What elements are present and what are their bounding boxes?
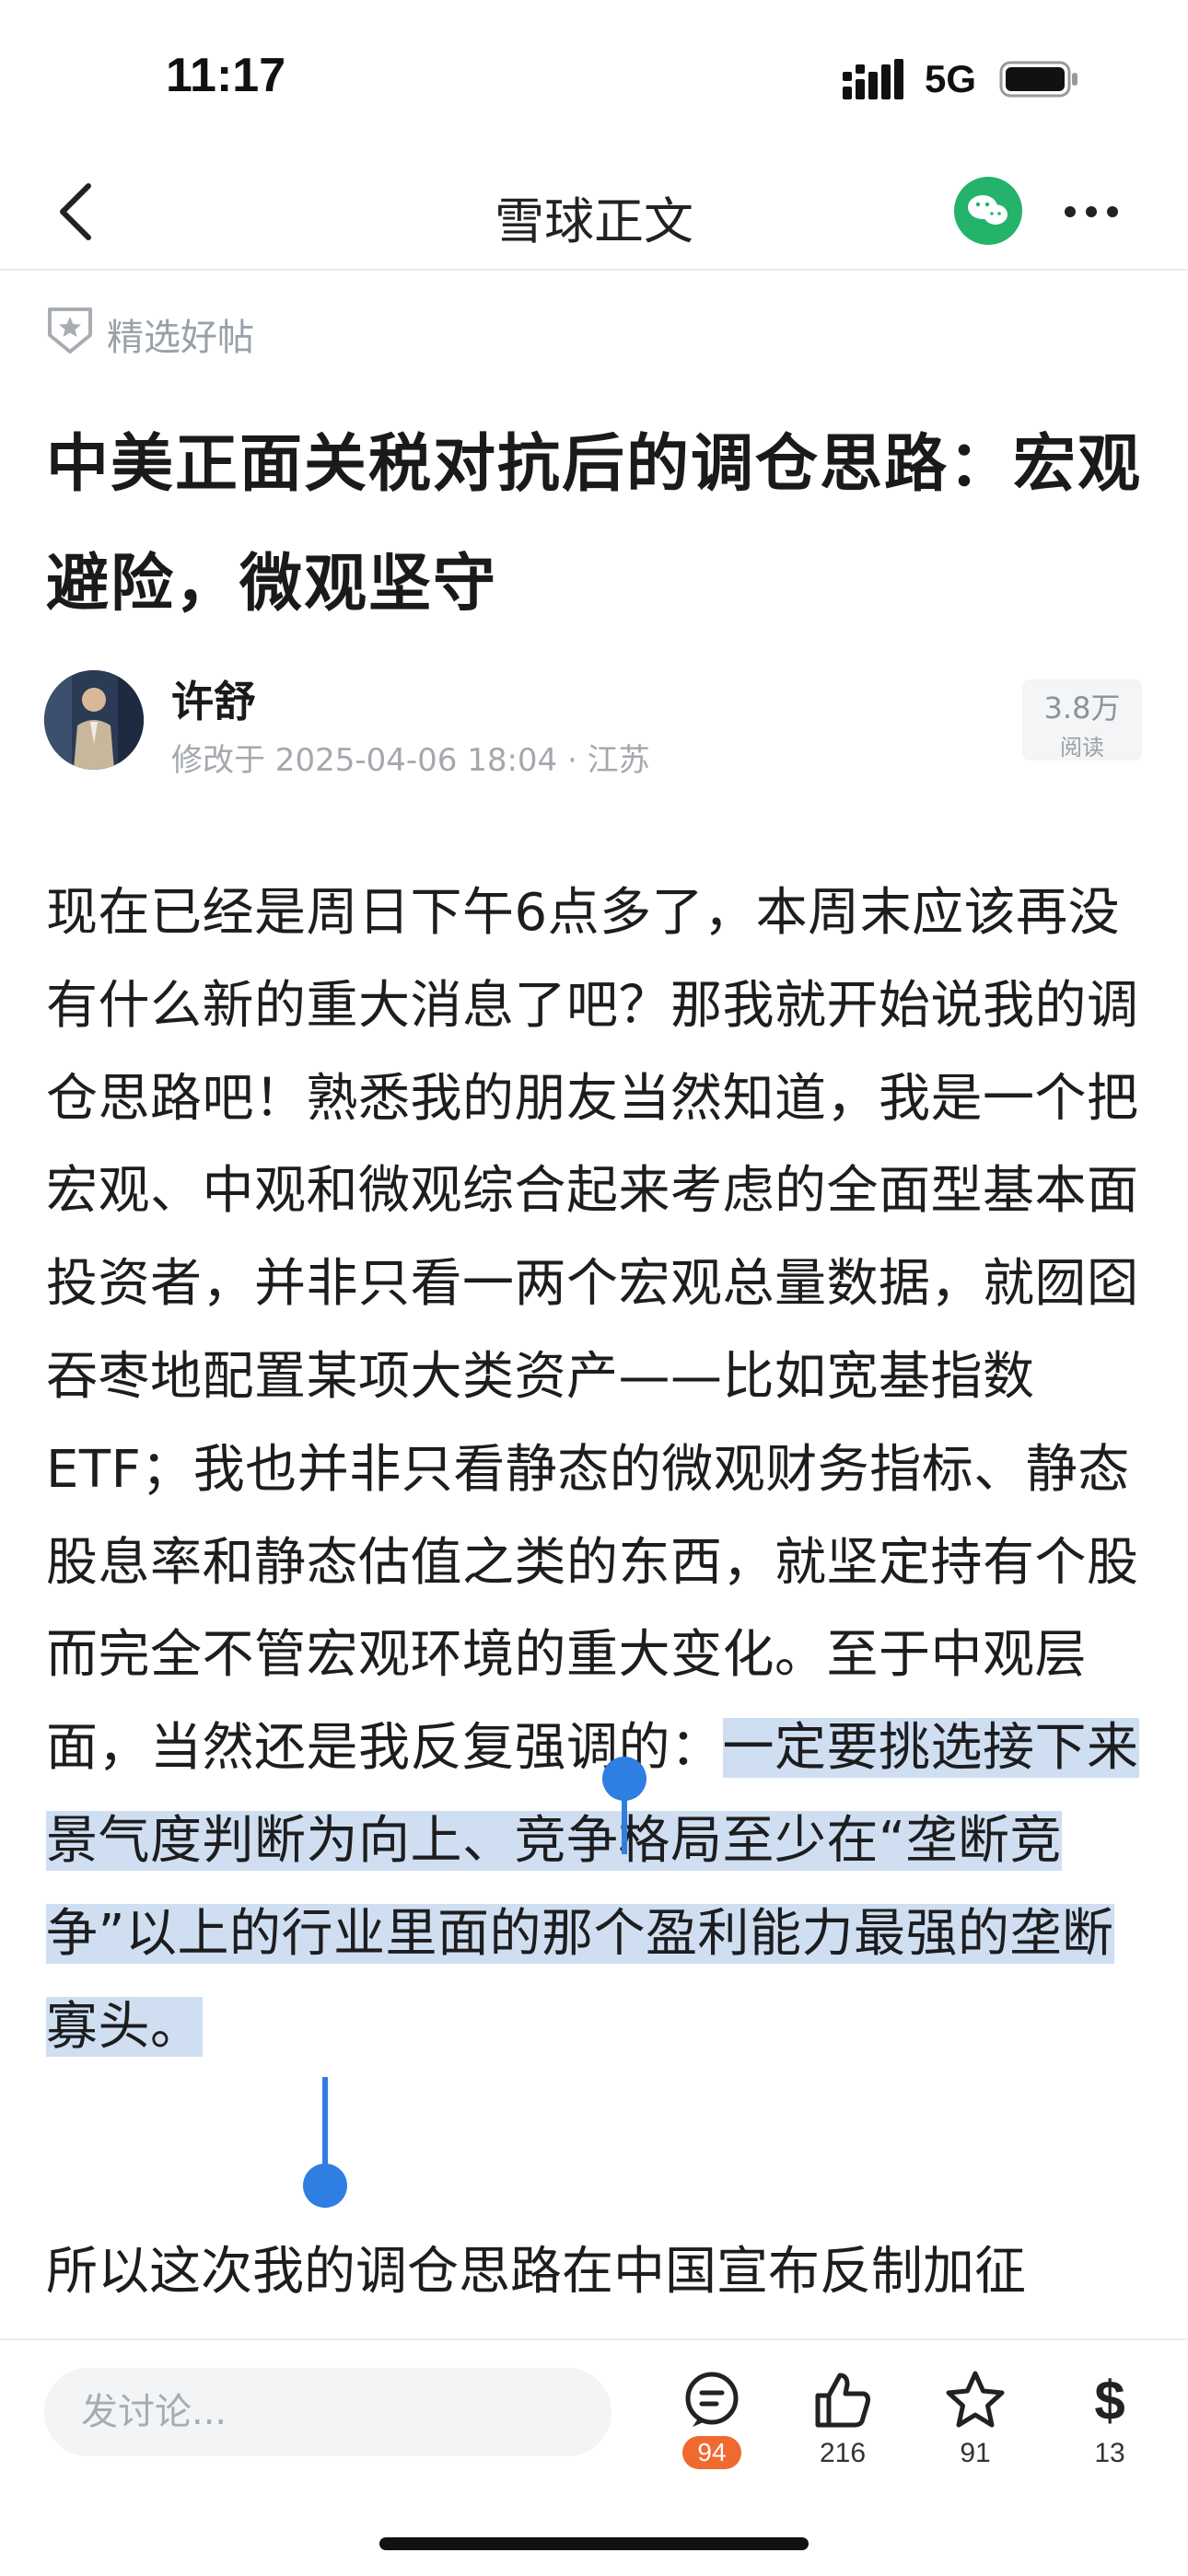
signal-icon: [843, 59, 903, 99]
comment-button[interactable]: 94: [661, 2368, 763, 2506]
selection-end-handle[interactable]: [303, 2164, 347, 2208]
like-count: 216: [819, 2438, 867, 2468]
article-paragraph: 现在已经是周日下午6点多了，本周末应该再没有什么新的重大消息了吧？那我就开始说我…: [46, 867, 1142, 2073]
comment-input[interactable]: [44, 2368, 611, 2456]
author-avatar[interactable]: [44, 670, 144, 770]
selection-start-bar: [622, 1777, 627, 1854]
paragraph-text: 现在已经是周日下午6点多了，本周末应该再没有什么新的重大消息了吧？那我就开始说我…: [46, 883, 1139, 1779]
home-indicator[interactable]: [379, 2537, 809, 2550]
view-count: 3.8万: [1043, 690, 1121, 725]
featured-label: 精选好帖: [107, 317, 254, 359]
star-icon: [946, 2371, 1005, 2428]
selection-end-bar: [322, 2077, 328, 2169]
status-bar: 11:17 5G: [0, 0, 1188, 157]
article-title: 中美正面关税对抗后的调仓思路：宏观避险，微观坚守: [46, 428, 1143, 621]
thumb-up-icon: [815, 2373, 870, 2428]
reward-count: 13: [1094, 2438, 1125, 2468]
comment-icon: [685, 2372, 739, 2427]
wechat-share-button[interactable]: [954, 177, 1022, 245]
network-label: 5G: [925, 57, 977, 100]
view-count-badge: 3.8万 阅读: [1022, 679, 1142, 760]
post-meta: 修改于 2025-04-06 18:04 · 江苏: [171, 742, 650, 779]
view-label: 阅读: [1060, 735, 1104, 760]
avatar-image: [44, 670, 144, 770]
favorite-count: 91: [960, 2438, 991, 2468]
nav-bar: 雪球正文: [0, 157, 1188, 271]
like-button[interactable]: 216: [792, 2368, 893, 2506]
more-icon[interactable]: [1059, 193, 1124, 230]
battery-icon: [999, 61, 1077, 98]
svg-text:$: $: [1094, 2370, 1124, 2431]
favorite-button[interactable]: 91: [925, 2368, 1026, 2506]
reward-button[interactable]: $ 13: [1059, 2368, 1160, 2506]
status-time: 11:17: [166, 49, 286, 102]
article-paragraph-2: 所以这次我的调仓思路在中国宣布反制加征: [46, 2242, 1026, 2302]
author-name[interactable]: 许舒: [171, 668, 256, 729]
dollar-icon: $: [1094, 2370, 1124, 2431]
shield-star-icon: [48, 307, 92, 354]
comment-count: 94: [682, 2436, 741, 2469]
wechat-icon: [968, 195, 1007, 225]
